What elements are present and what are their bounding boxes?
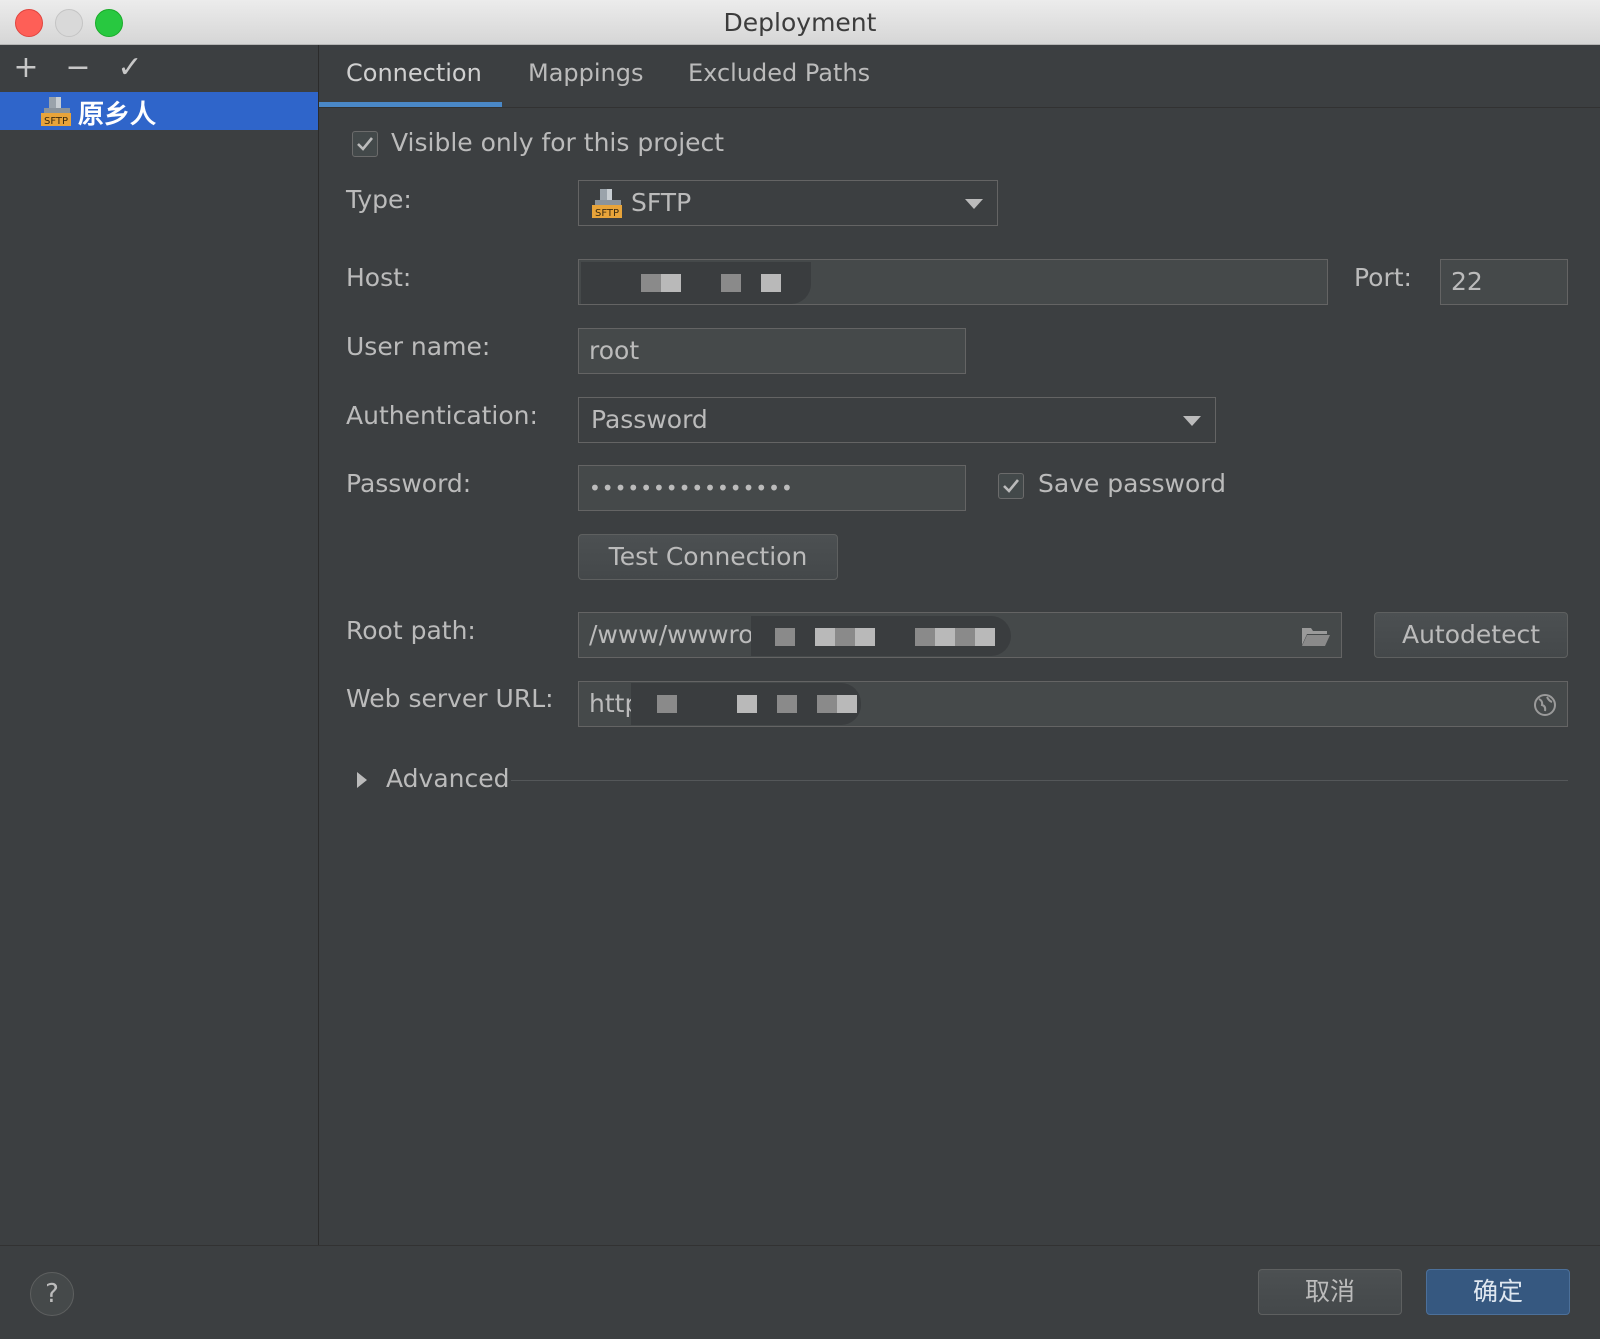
expand-advanced-icon[interactable] (357, 772, 367, 788)
add-server-icon[interactable]: + (8, 51, 44, 85)
tab-excluded-paths[interactable]: Excluded Paths (688, 59, 870, 87)
authentication-dropdown[interactable]: Password (578, 397, 1216, 443)
remove-server-icon[interactable]: − (60, 51, 96, 85)
host-label: Host: (346, 263, 412, 292)
server-settings-panel: Connection Mappings Excluded Paths Visib… (319, 45, 1600, 1245)
visible-only-label: Visible only for this project (391, 128, 725, 157)
password-field[interactable]: •••••••••••••••• (578, 465, 966, 511)
globe-icon[interactable] (1533, 693, 1557, 717)
settings-tabs: Connection Mappings Excluded Paths (319, 45, 1600, 108)
username-label: User name: (346, 332, 491, 361)
svg-text:SFTP: SFTP (595, 208, 619, 219)
password-label: Password: (346, 469, 472, 498)
checkmark-icon (1003, 479, 1020, 493)
tab-connection[interactable]: Connection (346, 59, 482, 87)
advanced-section-label[interactable]: Advanced (386, 764, 510, 793)
type-value: SFTP (631, 188, 692, 217)
checkmark-icon (357, 137, 374, 151)
root-path-redaction (751, 616, 1011, 656)
host-redaction (581, 262, 811, 304)
window-title: Deployment (723, 8, 877, 37)
sftp-server-icon: SFTP (41, 97, 71, 127)
authentication-label: Authentication: (346, 401, 538, 430)
server-name-label: 原乡人 (78, 100, 157, 130)
dialog-footer: ? 取消 确定 (0, 1245, 1600, 1339)
svg-text:SFTP: SFTP (44, 116, 68, 127)
web-server-url-label: Web server URL: (346, 684, 554, 713)
save-password-checkbox[interactable] (998, 473, 1024, 499)
web-url-redaction (631, 683, 861, 725)
username-field[interactable]: root (578, 328, 966, 374)
title-bar: Deployment (0, 0, 1600, 45)
server-list-item[interactable]: SFTP 原乡人 (0, 92, 318, 130)
port-field[interactable]: 22 (1440, 259, 1568, 305)
server-list-toolbar: + − ✓ (0, 45, 318, 91)
root-path-value: /www/wwwro (589, 620, 754, 649)
authentication-value: Password (591, 405, 708, 434)
type-label: Type: (346, 185, 412, 214)
server-list-panel: + − ✓ SFTP 原乡人 (0, 45, 319, 1245)
test-connection-button[interactable]: Test Connection (578, 534, 838, 580)
ok-button[interactable]: 确定 (1426, 1269, 1570, 1315)
chevron-down-icon (1183, 416, 1201, 426)
tab-mappings[interactable]: Mappings (528, 59, 644, 87)
help-button[interactable]: ? (30, 1272, 74, 1316)
type-dropdown[interactable]: SFTP SFTP (578, 180, 998, 226)
cancel-button[interactable]: 取消 (1258, 1269, 1402, 1315)
deployment-window: Deployment + − ✓ SFTP 原乡人 Connection Map… (0, 0, 1600, 1339)
autodetect-button[interactable]: Autodetect (1374, 612, 1568, 658)
set-default-check-icon[interactable]: ✓ (112, 51, 148, 85)
save-password-label: Save password (1038, 469, 1227, 498)
sftp-type-icon: SFTP (592, 189, 622, 219)
active-tab-indicator (319, 102, 502, 107)
visible-only-checkbox[interactable] (352, 131, 378, 157)
advanced-divider (511, 780, 1568, 781)
folder-icon[interactable] (1301, 625, 1331, 647)
chevron-down-icon (965, 199, 983, 209)
root-path-label: Root path: (346, 616, 476, 645)
port-label: Port: (1354, 263, 1412, 292)
